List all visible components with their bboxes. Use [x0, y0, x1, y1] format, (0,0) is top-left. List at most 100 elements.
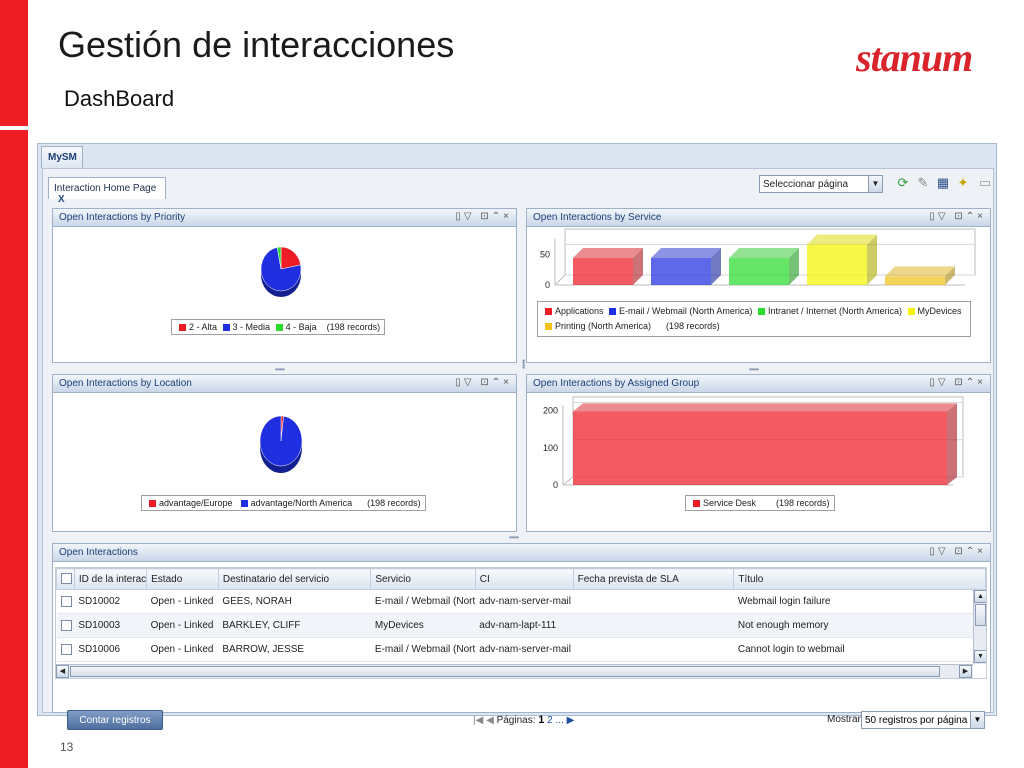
table-row[interactable]: SD10006 Open - Linked BARROW, JESSE E-ma…	[56, 637, 986, 662]
legend-label: Intranet / Internet (North America)	[767, 306, 902, 316]
prev-page-icon[interactable]: ◀	[486, 715, 494, 726]
resize-grip[interactable]: •••••	[509, 533, 519, 542]
panel-header: Open Interactions by Service ▯▽ ⊡⌃×	[527, 209, 990, 227]
row-checkbox-cell[interactable]	[56, 613, 75, 638]
pages-label: Páginas:	[496, 715, 536, 726]
panel-tools-icons[interactable]: ▯▽ ⊡⌃×	[455, 377, 512, 388]
table-cell	[573, 637, 734, 662]
new-page-icon[interactable]: ✦	[955, 175, 971, 191]
panel-tools-icons[interactable]: ▯▽ ⊡⌃×	[929, 377, 986, 388]
legend-swatch	[545, 323, 552, 330]
bar-top-3	[807, 234, 877, 245]
legend-swatch	[757, 308, 765, 315]
legend-swatch	[222, 324, 230, 331]
column-header[interactable]: Destinatario del servicio	[217, 568, 372, 590]
legend-label: Printing (North America)	[555, 321, 652, 331]
chevron-down-icon[interactable]: ▼	[970, 712, 984, 728]
table-cell: Open - Linked	[146, 613, 219, 638]
rows-per-page-value: 50 registros por página	[865, 715, 968, 726]
legend-records: (198 records)	[666, 321, 720, 331]
column-header[interactable]: Servicio	[370, 568, 476, 590]
legend-label: advantage/North America	[250, 498, 353, 508]
bar-side-0	[947, 403, 957, 485]
legend-label: Service Desk	[703, 498, 757, 508]
row-checkbox[interactable]	[60, 619, 72, 631]
pie-slice-advantage-north-america	[259, 415, 303, 467]
resize-grip[interactable]: •••••	[519, 359, 528, 368]
table-cell[interactable]: SD10006	[74, 637, 147, 662]
next-page-icon[interactable]: ▶	[567, 715, 575, 726]
table-cell: BARROW, JESSE	[218, 637, 371, 662]
panel-tools-icons[interactable]: ▯▽ ⊡⌃×	[929, 211, 986, 222]
slide: Gestión de interacciones DashBoard stanu…	[0, 0, 1024, 768]
panel-header: Open Interactions ▯▽ ⊡⌃×	[53, 544, 990, 562]
slide-title: Gestión de interacciones	[58, 24, 455, 65]
scroll-down-icon[interactable]: ▼	[974, 650, 986, 663]
resize-grip[interactable]: •••••	[275, 365, 285, 374]
panel-title: Open Interactions by Assigned Group	[533, 378, 700, 389]
edit-icon[interactable]: ✎	[915, 175, 931, 191]
page-select[interactable]: Seleccionar página ▼	[759, 175, 883, 193]
count-records-button[interactable]: Contar registros	[67, 710, 163, 730]
table-cell: Webmail login failure	[733, 589, 986, 614]
table-cell: BARKLEY, CLIFF	[218, 613, 371, 638]
table-viewport: ID de la interac Estado Destinatario del…	[55, 567, 987, 679]
panel-header: Open Interactions by Assigned Group ▯▽ ⊡…	[527, 375, 990, 393]
vertical-scrollbar[interactable]: ▲ ▼	[973, 590, 986, 664]
first-page-icon[interactable]: |◀	[473, 715, 483, 726]
scroll-up-icon[interactable]: ▲	[974, 590, 986, 603]
panel-tools-icons[interactable]: ▯▽ ⊡⌃×	[929, 546, 986, 557]
rows-per-page-select[interactable]: 50 registros por página ▼	[861, 711, 985, 729]
panel-title: Open Interactions by Priority	[59, 212, 186, 223]
scroll-thumb[interactable]	[975, 604, 986, 626]
legend-records: (198 records)	[326, 322, 381, 332]
dashboard-content: Interaction Home Page X Seleccionar pági…	[42, 168, 994, 730]
layout-icon[interactable]: ▦	[935, 175, 951, 191]
row-checkbox[interactable]	[60, 595, 72, 607]
chart-legend: advantage/Europe advantage/North America…	[141, 495, 426, 511]
bar-top-1	[651, 248, 721, 259]
bar-top-4	[885, 266, 955, 277]
column-header[interactable]: Título	[733, 568, 986, 590]
priority-pie-chart	[260, 246, 302, 297]
column-header[interactable]: ID de la interac	[73, 568, 148, 590]
legend-swatch	[179, 324, 186, 331]
page-select-value: Seleccionar página	[763, 179, 849, 190]
y-tick-label: 100	[543, 443, 558, 453]
tab-mysm[interactable]: MySM	[41, 146, 83, 168]
column-header[interactable]: Fecha prevista de SLA	[572, 568, 735, 590]
row-checkbox[interactable]	[60, 643, 72, 655]
page-number: 13	[60, 740, 74, 754]
scroll-thumb[interactable]	[70, 666, 940, 677]
resize-grip[interactable]: •••••	[749, 365, 759, 374]
column-header[interactable]: Estado	[146, 568, 219, 590]
tab-interaction-home-page[interactable]: Interaction Home Page X	[48, 177, 166, 205]
select-all-checkbox[interactable]	[61, 573, 72, 585]
table-cell[interactable]: SD10003	[74, 613, 147, 638]
bar-top-2	[729, 248, 799, 259]
page-link-2[interactable]: 2	[547, 715, 553, 726]
legend-swatch	[240, 500, 248, 507]
y-tick-label: 200	[543, 406, 558, 416]
select-all-checkbox-cell[interactable]	[56, 568, 75, 590]
row-checkbox-cell[interactable]	[56, 637, 75, 662]
refresh-icon[interactable]: ⟳	[895, 175, 911, 191]
panel-header: Open Interactions by Location ▯▽ ⊡⌃×	[53, 375, 516, 393]
tab-label: Interaction Home Page	[54, 183, 157, 194]
close-icon[interactable]: X	[58, 194, 65, 205]
panel-tools-icons[interactable]: ▯▽ ⊡⌃×	[455, 211, 512, 222]
more-pages-link[interactable]: ...	[556, 715, 564, 726]
chart-legend: Applications E-mail / Webmail (North Ame…	[537, 301, 971, 337]
slide-subtitle: DashBoard	[64, 86, 175, 111]
scroll-left-icon[interactable]: ◀	[56, 665, 69, 678]
chevron-down-icon[interactable]: ▼	[868, 176, 882, 192]
table-cell[interactable]: SD10002	[74, 589, 147, 614]
scroll-right-icon[interactable]: ▶	[959, 665, 972, 678]
page-icon[interactable]: ▭	[977, 175, 993, 191]
table-cell	[573, 613, 734, 638]
row-checkbox-cell[interactable]	[56, 589, 75, 614]
table-row[interactable]: SD10003 Open - Linked BARKLEY, CLIFF MyD…	[56, 613, 986, 638]
table-row[interactable]: SD10002 Open - Linked GEES, NORAH E-mail…	[56, 589, 986, 614]
column-header[interactable]: CI	[474, 568, 574, 590]
horizontal-scrollbar[interactable]: ◀ ▶	[56, 664, 973, 678]
